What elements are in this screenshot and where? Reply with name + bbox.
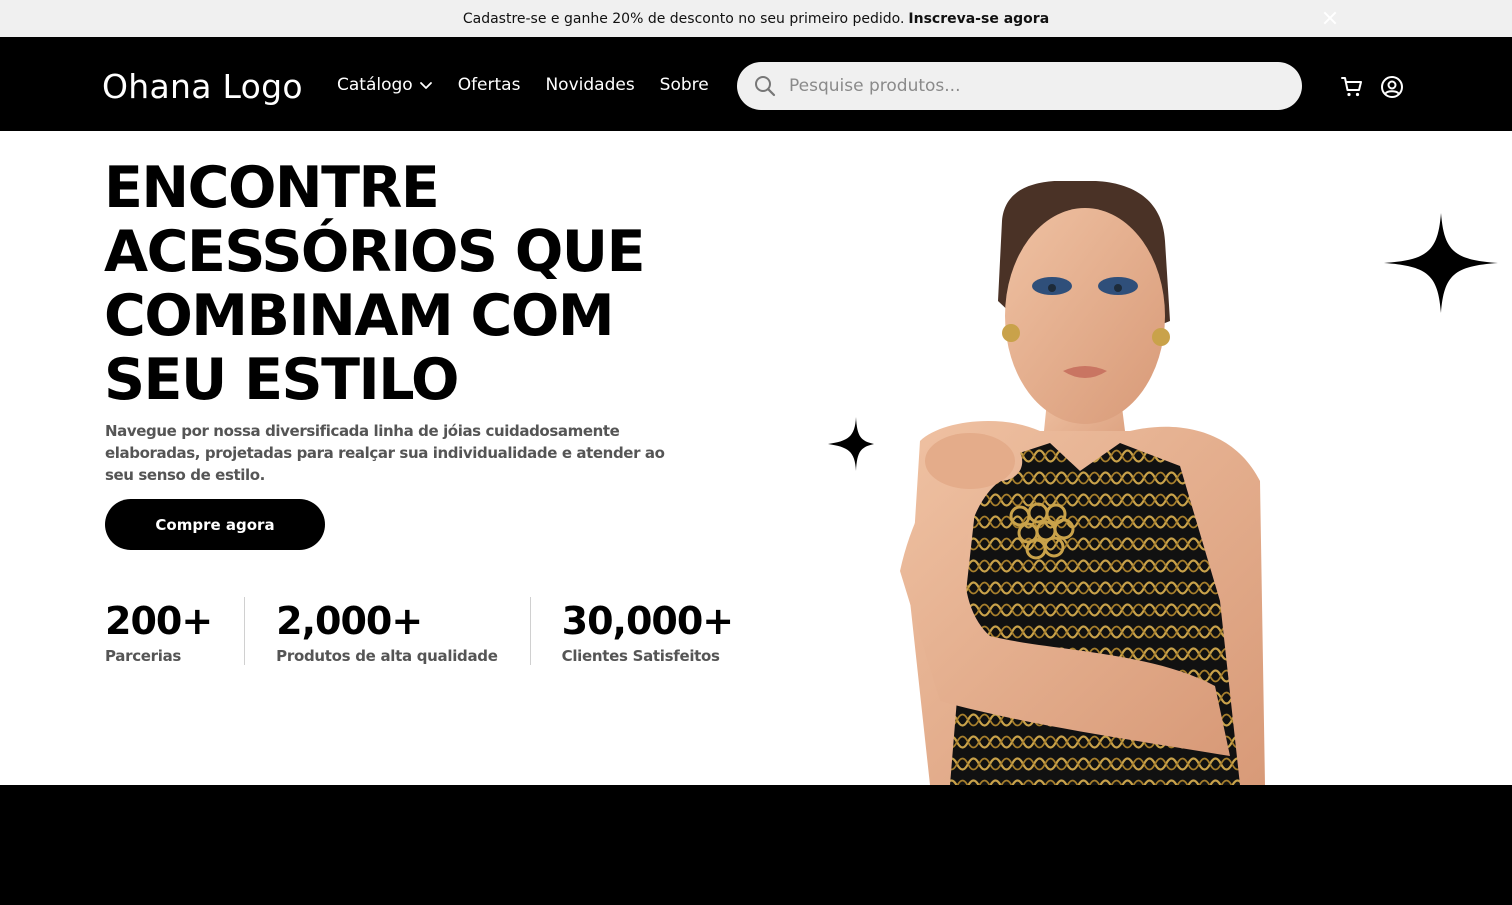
stat-customers: 30,000+ Clientes Satisfeitos: [529, 597, 765, 665]
shop-now-button[interactable]: Compre agora: [105, 499, 325, 550]
nav-item-label: Catálogo: [337, 75, 413, 95]
stat-value: 200+: [105, 599, 213, 643]
headline-line: COMBINAM COM: [104, 283, 615, 349]
stats-row: 200+ Parcerias 2,000+ Produtos de alta q…: [105, 597, 765, 665]
nav-item-label: Sobre: [659, 75, 709, 95]
stat-products: 2,000+ Produtos de alta qualidade: [244, 597, 529, 665]
nav-item-sobre[interactable]: Sobre: [660, 75, 709, 95]
stat-label: Produtos de alta qualidade: [276, 647, 498, 665]
stat-value: 2,000+: [276, 599, 423, 643]
headline-line: ACESSÓRIOS QUE: [104, 219, 646, 285]
nav-item-catalogo[interactable]: Catálogo: [337, 75, 433, 95]
hero-section: ENCONTRE ACESSÓRIOS QUE COMBINAM COM SEU…: [0, 131, 1512, 785]
search-bar[interactable]: [737, 62, 1302, 110]
sparkle-icon: [828, 417, 874, 471]
sparkle-icon: [1384, 213, 1498, 313]
headline-line: ENCONTRE: [104, 155, 440, 221]
stat-value: 30,000+: [561, 599, 734, 643]
footer-band: [0, 785, 1512, 905]
header-actions: [1340, 75, 1404, 99]
close-icon[interactable]: [1320, 8, 1340, 28]
search-icon: [755, 76, 776, 97]
promo-signup-link[interactable]: Inscreva-se agora: [908, 11, 1049, 27]
hero-description: Navegue por nossa diversificada linha de…: [105, 422, 665, 484]
hero-model-image: [900, 181, 1265, 785]
stat-label: Clientes Satisfeitos: [561, 647, 720, 665]
search-input[interactable]: [789, 76, 1269, 96]
cart-icon[interactable]: [1340, 75, 1364, 99]
logo[interactable]: Ohana Logo: [102, 67, 303, 106]
nav-item-novidades[interactable]: Novidades: [545, 75, 634, 95]
user-icon[interactable]: [1380, 75, 1404, 99]
hero-headline: ENCONTRE ACESSÓRIOS QUE COMBINAM COM SEU…: [104, 156, 744, 412]
stat-label: Parcerias: [105, 647, 182, 665]
headline-line: SEU ESTILO: [104, 347, 459, 413]
nav-item-ofertas[interactable]: Ofertas: [458, 75, 521, 95]
promo-bar: Cadastre-se e ganhe 20% de desconto no s…: [0, 0, 1512, 37]
chevron-down-icon: [419, 82, 432, 89]
promo-text: Cadastre-se e ganhe 20% de desconto no s…: [462, 10, 905, 27]
main-nav: Catálogo Ofertas Novidades Sobre: [337, 75, 709, 95]
nav-item-label: Ofertas: [457, 75, 521, 95]
site-header: Ohana Logo Catálogo Ofertas Novidades So…: [0, 37, 1512, 131]
nav-item-label: Novidades: [545, 75, 635, 95]
stat-partnerships: 200+ Parcerias: [105, 597, 244, 665]
